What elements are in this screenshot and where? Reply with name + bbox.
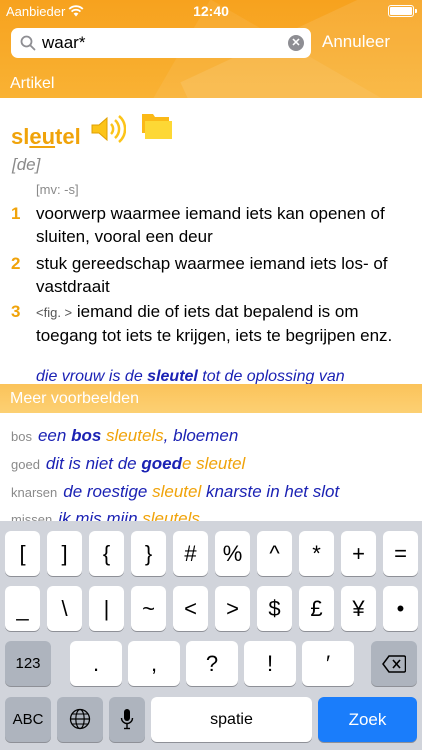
- key[interactable]: %: [215, 531, 250, 576]
- key[interactable]: *: [299, 531, 334, 576]
- search-icon: [20, 35, 36, 51]
- definition-number: 2: [11, 254, 21, 273]
- microphone-icon: [120, 709, 134, 730]
- section-header-article: Artikel: [10, 75, 55, 92]
- key[interactable]: .: [70, 641, 122, 686]
- globe-key[interactable]: [57, 697, 103, 742]
- definition-3: 3 <fig. > iemand die of iets dat bepalen…: [11, 300, 411, 347]
- list-item[interactable]: knarsen de roestige sleutel knarste in he…: [11, 482, 339, 502]
- key[interactable]: #: [173, 531, 208, 576]
- search-input[interactable]: [42, 31, 282, 55]
- list-item[interactable]: missen ik mis mijn sleutels: [11, 509, 200, 521]
- key[interactable]: \: [47, 586, 82, 631]
- globe-icon: [69, 708, 91, 730]
- backspace-icon: [382, 655, 407, 673]
- headword: sleutel: [11, 124, 81, 150]
- example-part: , bloemen: [163, 426, 239, 445]
- definition-text: <fig. > iemand die of iets dat bepalend …: [36, 300, 411, 347]
- clear-search-icon[interactable]: ✕: [288, 35, 304, 51]
- definition-text: stuk gereedschap waarmee iemand iets los…: [36, 254, 388, 296]
- headword-part: sl: [11, 124, 30, 149]
- key[interactable]: [: [5, 531, 40, 576]
- key[interactable]: £: [299, 586, 334, 631]
- key[interactable]: ?: [186, 641, 238, 686]
- example-text: dit is niet de goede sleutel: [46, 454, 245, 473]
- key[interactable]: !: [244, 641, 296, 686]
- battery-icon: [388, 5, 417, 17]
- key[interactable]: {: [89, 531, 124, 576]
- definition-number: 1: [11, 204, 21, 223]
- key[interactable]: <: [173, 586, 208, 631]
- key[interactable]: ~: [131, 586, 166, 631]
- key[interactable]: |: [89, 586, 124, 631]
- example-sentence: die vrouw is de sleutel tot de oplossing…: [36, 368, 345, 384]
- space-key[interactable]: spatie: [151, 697, 312, 742]
- example-keyword: knarsen: [11, 485, 58, 500]
- abc-mode-key[interactable]: ABC: [5, 697, 51, 742]
- microphone-key[interactable]: [109, 697, 145, 742]
- example-highlight: e sleutel: [181, 454, 246, 473]
- example-part: dit is niet de: [45, 454, 142, 473]
- key[interactable]: •: [383, 586, 418, 631]
- example-part: knarste in het slot: [201, 482, 340, 501]
- key[interactable]: +: [341, 531, 376, 576]
- list-item[interactable]: bos een bos sleutels, bloemen: [11, 426, 238, 446]
- more-examples-list: bos een bos sleutels, bloemen goed dit is …: [0, 413, 422, 521]
- speaker-icon[interactable]: [90, 114, 126, 144]
- list-item[interactable]: goed dit is niet de goede sleutel: [11, 454, 245, 474]
- definition-2: 2 stuk gereedschap waarmee iemand iets l…: [11, 252, 411, 298]
- example-highlight: sleutels: [142, 509, 200, 521]
- definition-1: 1 voorwerp waarmee iemand iets kan opene…: [11, 202, 411, 248]
- search-bar[interactable]: ✕: [11, 28, 311, 58]
- numbers-mode-key[interactable]: 123: [5, 641, 51, 686]
- key[interactable]: ]: [47, 531, 82, 576]
- example-bold: goed: [141, 454, 182, 473]
- fig-label: <fig. >: [36, 305, 73, 320]
- key[interactable]: $: [257, 586, 292, 631]
- key[interactable]: ¥: [341, 586, 376, 631]
- key[interactable]: _: [5, 586, 40, 631]
- definition-number: 3: [11, 302, 21, 321]
- example-part: de roestige: [63, 482, 153, 501]
- key[interactable]: ′: [302, 641, 354, 686]
- plural-note: [mv: -s]: [36, 182, 79, 197]
- example-highlight: sleutels: [106, 426, 164, 445]
- definition-body: iemand die of iets dat bepalend is om to…: [36, 302, 393, 345]
- key[interactable]: ,: [128, 641, 180, 686]
- key[interactable]: =: [383, 531, 418, 576]
- example-text: ik mis mijn sleutels: [58, 509, 200, 521]
- example-part: tot de oplossing van: [197, 368, 345, 384]
- headword-stress: eu: [29, 124, 56, 149]
- key[interactable]: ^: [257, 531, 292, 576]
- example-keyword: missen: [11, 512, 53, 521]
- status-bar: Aanbieder 12:40: [0, 0, 422, 22]
- headword-part: tel: [55, 124, 81, 149]
- section-header-more-examples: Meer voorbeelden: [0, 384, 422, 413]
- folder-icon[interactable]: [141, 111, 173, 141]
- example-bold: bos: [71, 426, 102, 445]
- key[interactable]: >: [215, 586, 250, 631]
- backspace-key[interactable]: [371, 641, 417, 686]
- example-part: die vrouw is de: [36, 368, 148, 384]
- article-panel: sleutel [de] [mv: -s] 1 voorwerp waarmee…: [0, 98, 422, 384]
- example-bold: sleutel: [147, 368, 198, 384]
- definition-text: voorwerp waarmee iemand iets kan openen …: [36, 204, 385, 246]
- example-text: een bos sleutels, bloemen: [38, 426, 238, 445]
- cancel-button[interactable]: Annuleer: [322, 32, 390, 52]
- search-key[interactable]: Zoek: [318, 697, 417, 742]
- example-part: ik mis mijn: [58, 509, 143, 521]
- example-keyword: bos: [11, 429, 32, 444]
- example-keyword: goed: [11, 457, 40, 472]
- keyboard: [ ] { } # % ^ * + = _ \ | ~ < > $ £ ¥ • …: [0, 521, 422, 750]
- article-tag: [de]: [12, 155, 41, 174]
- key[interactable]: }: [131, 531, 166, 576]
- example-part: een: [37, 426, 72, 445]
- example-text: de roestige sleutel knarste in het slot: [63, 482, 339, 501]
- example-highlight: sleutel: [152, 482, 202, 501]
- clock: 12:40: [193, 3, 229, 19]
